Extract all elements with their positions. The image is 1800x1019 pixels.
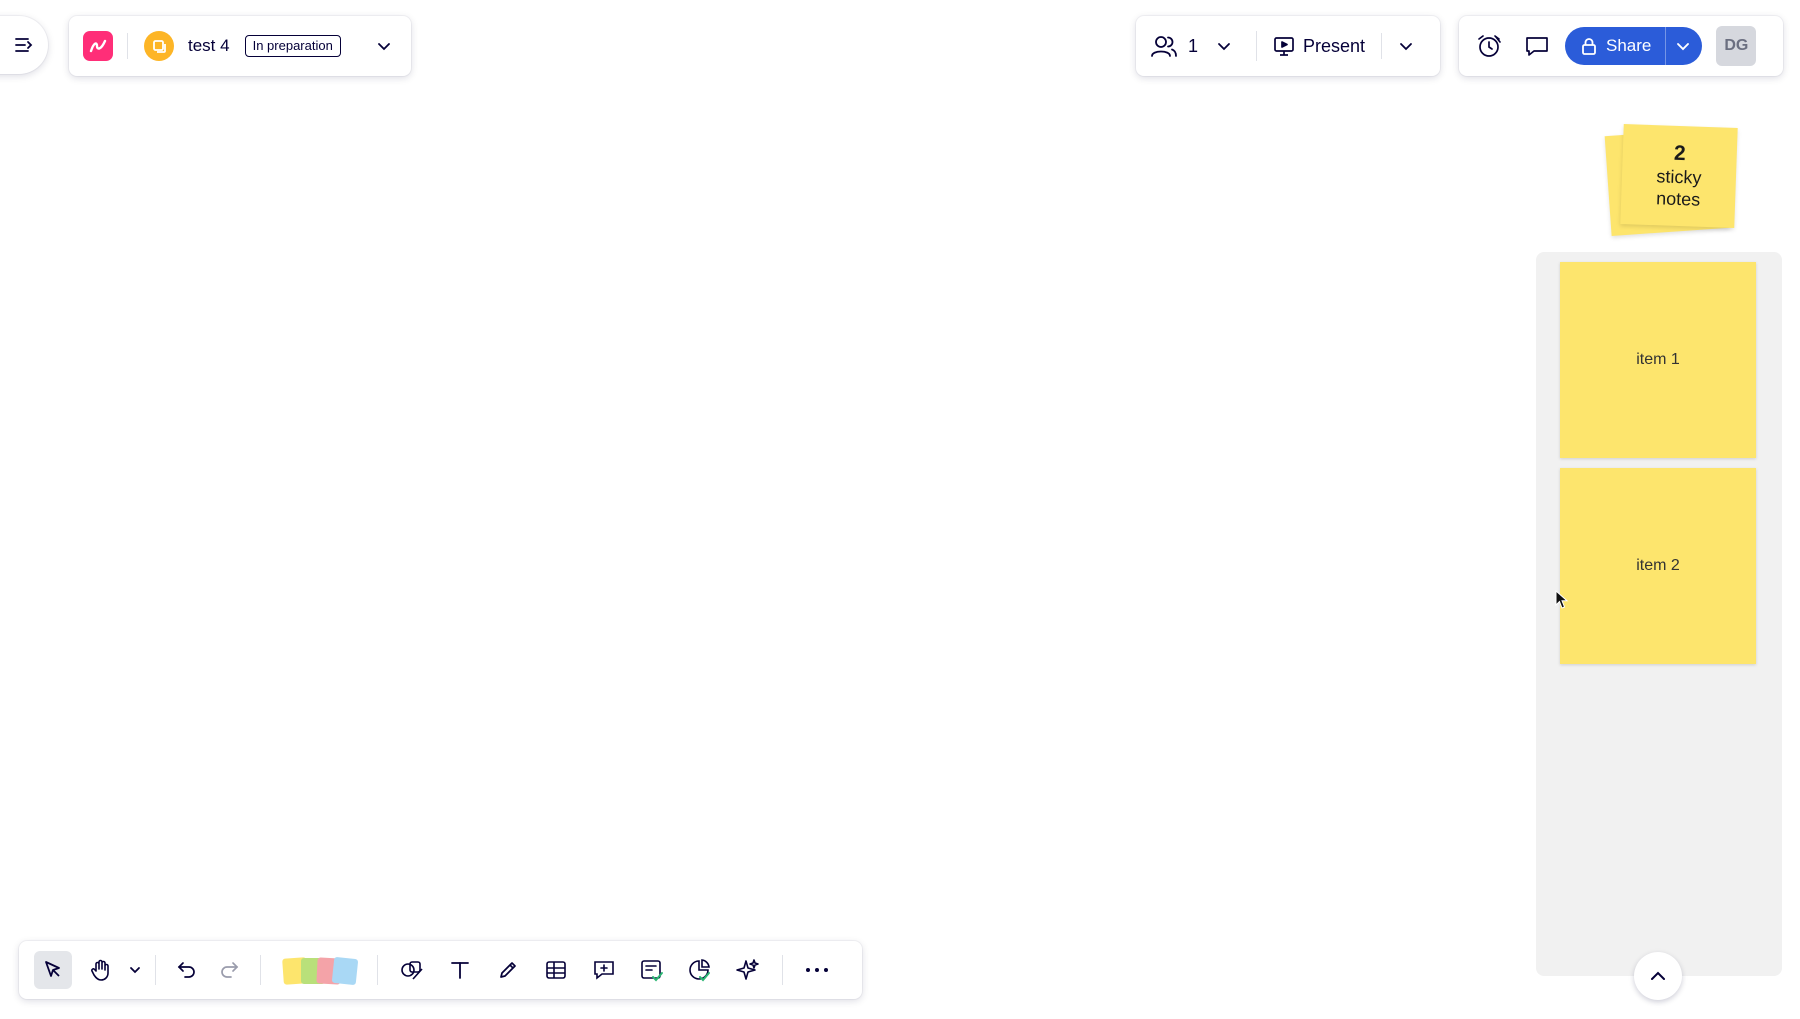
- divider: [155, 955, 156, 985]
- users-icon[interactable]: [1150, 34, 1178, 58]
- sticky-notes-stack[interactable]: 2 sticky notes: [1604, 124, 1740, 236]
- chart-approve-icon[interactable]: [681, 951, 719, 989]
- more-options-icon[interactable]: [798, 951, 836, 989]
- stack-note-front: 2 sticky notes: [1620, 124, 1738, 228]
- chevron-down-icon[interactable]: [369, 31, 399, 61]
- lock-icon: [1582, 38, 1596, 55]
- timer-icon[interactable]: [1469, 26, 1509, 66]
- status-badge[interactable]: In preparation: [244, 35, 341, 57]
- sticky-notes-tool[interactable]: [281, 955, 359, 986]
- chevron-down-icon: [1677, 43, 1690, 51]
- sticky-frame-column: item 1 item 2: [1536, 252, 1782, 1000]
- chevron-up-icon: [1651, 971, 1665, 980]
- divider: [260, 955, 261, 985]
- actions-panel: Share DG: [1459, 16, 1783, 76]
- sticky-note[interactable]: item 2: [1560, 468, 1756, 664]
- divider: [377, 955, 378, 985]
- ai-sparkle-icon[interactable]: [729, 951, 767, 989]
- comment-icon[interactable]: [1517, 26, 1557, 66]
- mouse-cursor-icon: [1555, 590, 1569, 609]
- chevron-down-icon[interactable]: [1394, 34, 1418, 58]
- text-icon[interactable]: [441, 951, 479, 989]
- hand-tool-icon[interactable]: [82, 951, 120, 989]
- avatar[interactable]: DG: [1716, 26, 1757, 66]
- share-options-button[interactable]: [1665, 27, 1702, 65]
- app-logo-icon[interactable]: [83, 31, 113, 61]
- undo-icon[interactable]: [168, 951, 206, 989]
- divider: [127, 33, 128, 59]
- board-title[interactable]: test 4: [188, 36, 230, 56]
- stack-count: 2: [1673, 141, 1687, 166]
- creation-toolbar: [19, 941, 862, 999]
- divider: [1381, 33, 1383, 59]
- chevron-down-icon[interactable]: [1212, 34, 1236, 58]
- pen-icon[interactable]: [489, 951, 527, 989]
- shapes-icon[interactable]: [393, 951, 431, 989]
- main-menu-tab[interactable]: [0, 16, 48, 74]
- stack-label: sticky notes: [1655, 166, 1702, 210]
- collapse-frame-button[interactable]: [1634, 952, 1682, 1000]
- divider: [782, 955, 783, 985]
- table-icon[interactable]: [537, 951, 575, 989]
- board-icon[interactable]: [144, 31, 174, 61]
- sticky-pack-blue: [331, 956, 359, 986]
- divider: [1256, 31, 1258, 61]
- present-button[interactable]: Present: [1303, 36, 1365, 57]
- present-icon[interactable]: [1273, 35, 1295, 57]
- chevron-down-icon[interactable]: [125, 955, 145, 985]
- board-info-panel: test 4 In preparation: [69, 16, 411, 76]
- add-comment-icon[interactable]: [585, 951, 623, 989]
- share-button[interactable]: Share: [1565, 27, 1703, 65]
- select-tool-icon[interactable]: [34, 951, 72, 989]
- share-label: Share: [1606, 36, 1652, 55]
- notes-checklist-icon[interactable]: [633, 951, 671, 989]
- sticky-note[interactable]: item 1: [1560, 262, 1756, 458]
- menu-collapse-icon[interactable]: [14, 36, 34, 54]
- users-count[interactable]: 1: [1188, 36, 1198, 57]
- collaboration-panel: 1 Present: [1136, 16, 1440, 76]
- redo-icon[interactable]: [210, 951, 248, 989]
